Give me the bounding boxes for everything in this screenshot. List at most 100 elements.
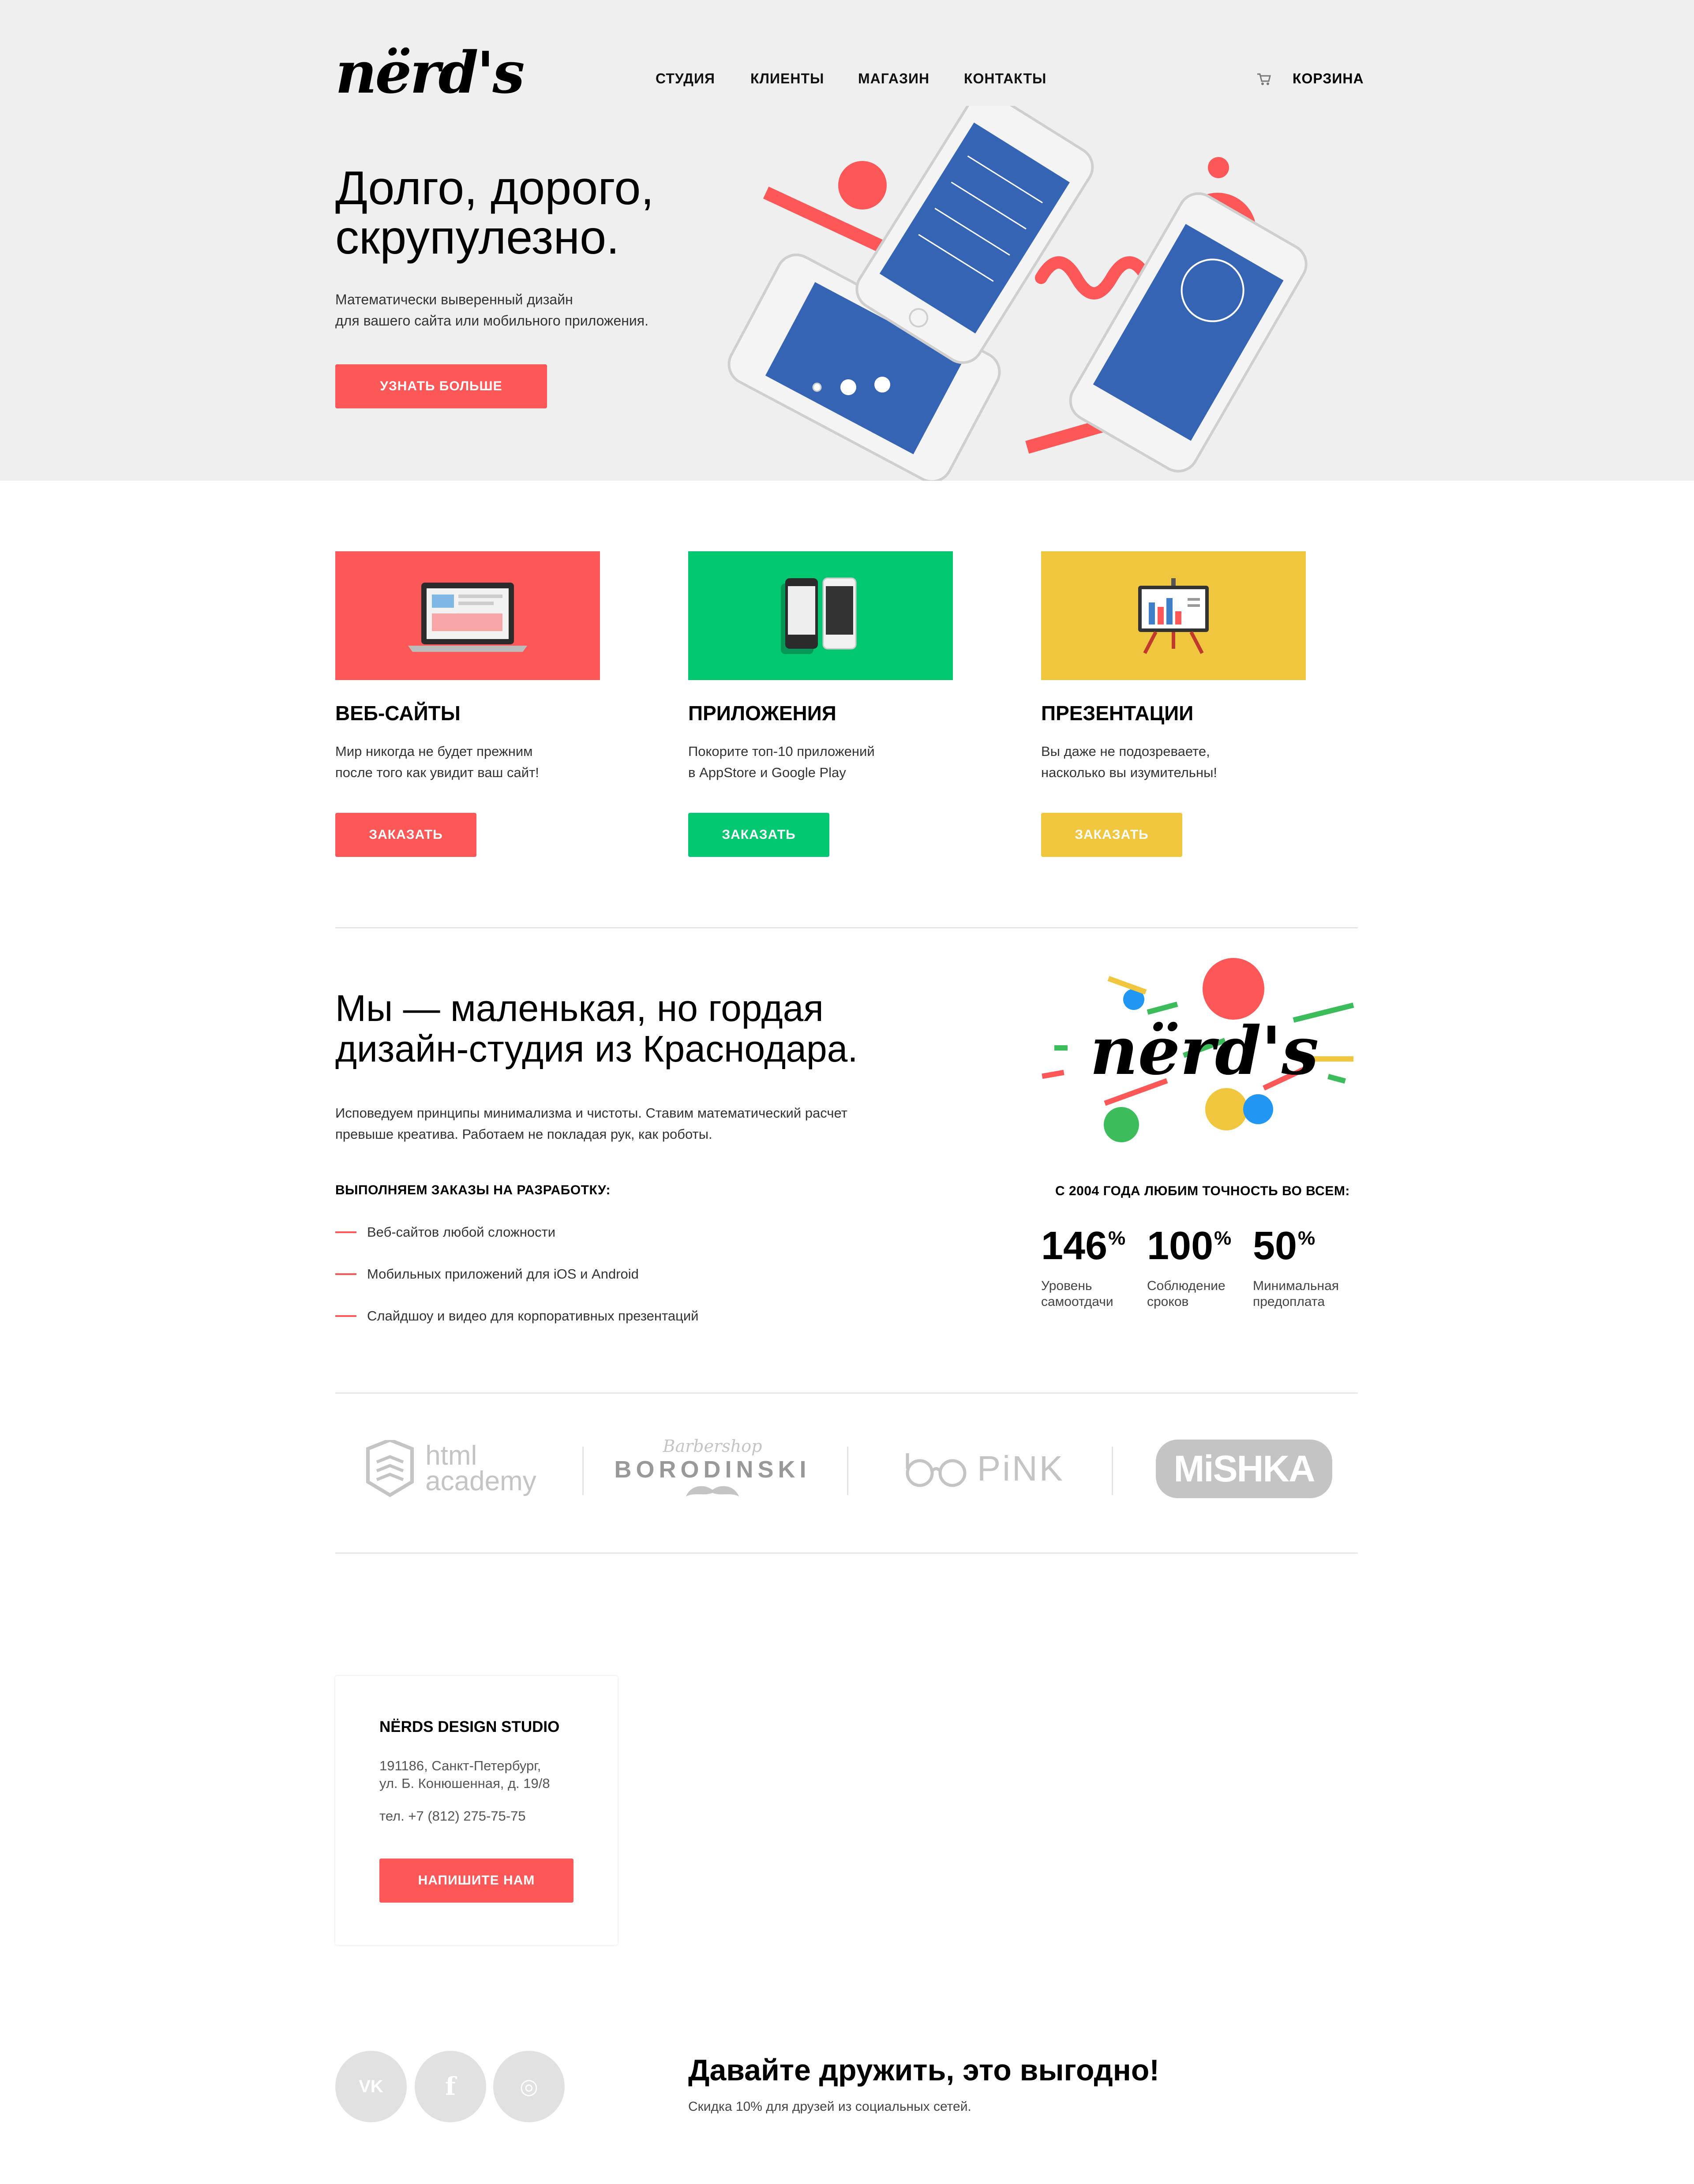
partner-pink[interactable]: PiNK: [882, 1429, 1085, 1508]
service-desc-websites-2: после того как увидит ваш сайт!: [335, 765, 539, 780]
service-desc-presentations-2: насколько вы изумительны!: [1041, 765, 1217, 780]
stat-label-1: Уровень: [1041, 1279, 1092, 1293]
vk-icon: VK: [359, 2076, 383, 2096]
stat-label-2: самоотдачи: [1041, 1294, 1113, 1309]
order-button-apps[interactable]: ЗАКАЗАТЬ: [688, 813, 829, 857]
hero-title: Долго, дорого, скрупулезно.: [335, 163, 654, 262]
slider-dot-2: [840, 379, 856, 395]
footer-subtitle: Скидка 10% для друзей из социальных сете…: [688, 2099, 971, 2114]
service-desc-apps: Покорите топ-10 приложений в AppStore и …: [688, 741, 875, 783]
hero-section: nërd's СТУДИЯ КЛИЕНТЫ МАГАЗИН КОНТАКТЫ К…: [0, 0, 1694, 481]
logo[interactable]: nërd's: [335, 44, 525, 101]
stat-label-1: Минимальная: [1253, 1279, 1339, 1293]
hero-title-line1: Долго, дорого,: [335, 161, 654, 214]
hero-title-line2: скрупулезно.: [335, 210, 620, 264]
service-desc-websites-1: Мир никогда не будет прежним: [335, 744, 533, 759]
partner-separator: [847, 1447, 848, 1495]
list-dash: [335, 1273, 356, 1275]
list-dash: [335, 1231, 356, 1233]
divider-2: [335, 1392, 1358, 1394]
stat-deadlines: 100% Соблюдение сроков: [1147, 1226, 1231, 1310]
service-card-apps[interactable]: [688, 551, 953, 680]
order-button-presentations[interactable]: ЗАКАЗАТЬ: [1041, 813, 1182, 857]
mishka-name: MiSHKA: [1173, 1447, 1315, 1489]
service-card-websites[interactable]: [335, 551, 600, 680]
partner-mishka[interactable]: MiSHKA: [1156, 1429, 1332, 1508]
cart-link[interactable]: КОРЗИНА: [1256, 71, 1364, 87]
service-desc-presentations: Вы даже не подозреваете, насколько вы из…: [1041, 741, 1217, 783]
service-desc-apps-2: в AppStore и Google Play: [688, 765, 846, 780]
contacts-card: NËRDS DESIGN STUDIO 191186, Санкт-Петерб…: [335, 1676, 618, 1945]
confetti-logo-text: nërd's: [1090, 1012, 1319, 1090]
about-title: Мы — маленькая, но гордая дизайн-студия …: [335, 988, 858, 1069]
stat-dedication: 146% Уровень самоотдачи: [1041, 1226, 1125, 1310]
stat-label-2: предоплата: [1253, 1294, 1325, 1309]
partner-separator: [582, 1447, 584, 1495]
about-list-title: ВЫПОЛНЯЕМ ЗАКАЗЫ НА РАЗРАБОТКУ:: [335, 1183, 611, 1197]
service-desc-apps-1: Покорите топ-10 приложений: [688, 744, 875, 759]
partner-separator: [1112, 1447, 1113, 1495]
stat-unit: %: [1108, 1227, 1126, 1249]
stat-value: 50: [1253, 1224, 1297, 1268]
service-desc-presentations-1: Вы даже не подозреваете,: [1041, 744, 1210, 759]
service-card-presentations[interactable]: [1041, 551, 1306, 680]
nerds-confetti-logo: nërd's: [1042, 958, 1354, 1142]
write-us-button[interactable]: НАПИШИТЕ НАМ: [379, 1859, 573, 1903]
phones-icon: [781, 577, 857, 654]
html-academy-logo-icon: [366, 1440, 414, 1497]
stat-value: 100: [1147, 1224, 1214, 1268]
hero-subtitle: Математически выверенный дизайн для ваше…: [335, 289, 648, 331]
divider-1: [335, 927, 1358, 928]
stat-unit: %: [1298, 1227, 1315, 1249]
order-button-websites[interactable]: ЗАКАЗАТЬ: [335, 813, 476, 857]
laptop-icon: [408, 583, 527, 652]
service-title-websites: ВЕБ-САЙТЫ: [335, 702, 461, 725]
learn-more-button[interactable]: УЗНАТЬ БОЛЬШЕ: [335, 364, 547, 408]
instagram-button[interactable]: ◎: [493, 2051, 565, 2122]
service-title-presentations: ПРЕЗЕНТАЦИИ: [1041, 702, 1194, 725]
contacts-phone: тел. +7 (812) 275-75-75: [379, 1808, 526, 1824]
contacts-address-2: ул. Б. Конюшенная, д. 19/8: [379, 1776, 550, 1791]
mustache-icon: [686, 1486, 739, 1496]
nav-studio[interactable]: СТУДИЯ: [656, 71, 715, 87]
nav-contacts[interactable]: КОНТАКТЫ: [964, 71, 1046, 87]
about-text-line1: Исповедуем принципы минимализма и чистот…: [335, 1105, 847, 1121]
cart-label: КОРЗИНА: [1293, 71, 1364, 86]
stat-unit: %: [1214, 1227, 1232, 1249]
nav-shop[interactable]: МАГАЗИН: [858, 71, 929, 87]
partner-borodinski[interactable]: Barbershop BORODINSKI: [613, 1429, 812, 1508]
borodinski-name: BORODINSKI: [614, 1456, 811, 1483]
stats-title: С 2004 ГОДА ЛЮБИМ ТОЧНОСТЬ ВО ВСЕМ:: [1055, 1184, 1350, 1198]
stat-label-1: Соблюдение: [1147, 1279, 1226, 1293]
partner-html-academy[interactable]: html academy: [353, 1429, 547, 1508]
contacts-address: 191186, Санкт-Петербург, ул. Б. Конюшенн…: [379, 1757, 550, 1792]
contacts-address-1: 191186, Санкт-Петербург,: [379, 1758, 541, 1773]
nav-clients[interactable]: КЛИЕНТЫ: [750, 71, 824, 87]
stat-label-2: сроков: [1147, 1294, 1189, 1309]
stat-prepayment: 50% Минимальная предоплата: [1253, 1226, 1339, 1310]
vk-button[interactable]: VK: [335, 2051, 407, 2122]
facebook-button[interactable]: f: [415, 2051, 486, 2122]
presentation-board-icon: [1138, 578, 1209, 654]
list-item-text: Мобильных приложений для iOS и Android: [367, 1266, 639, 1282]
borodinski-top: Barbershop: [663, 1436, 762, 1456]
instagram-icon: ◎: [520, 2075, 538, 2098]
hero-subtitle-line2: для вашего сайта или мобильного приложен…: [335, 313, 648, 329]
stat-value: 146: [1041, 1224, 1108, 1268]
pink-name: PiNK: [977, 1449, 1065, 1488]
html-academy-line2: academy: [425, 1466, 536, 1496]
hero-subtitle-line1: Математически выверенный дизайн: [335, 292, 573, 307]
footer-title: Давайте дружить, это выгодно!: [688, 2053, 1160, 2087]
glasses-icon: [906, 1453, 967, 1487]
slider-dot-1: [812, 382, 822, 392]
list-item-text: Слайдшоу и видео для корпоративных презе…: [367, 1308, 699, 1324]
about-text: Исповедуем принципы минимализма и чистот…: [335, 1103, 847, 1145]
hero-illustration: [727, 106, 1308, 481]
list-item-text: Веб-сайтов любой сложности: [367, 1224, 556, 1240]
service-desc-websites: Мир никогда не будет прежним после того …: [335, 741, 539, 783]
slider-dot-3: [874, 377, 890, 393]
divider-3: [335, 1552, 1358, 1554]
cart-icon: [1257, 73, 1271, 85]
about-text-line2: превыше креатива. Работаем не покладая р…: [335, 1126, 712, 1142]
about-title-line1: Мы — маленькая, но гордая: [335, 987, 824, 1029]
